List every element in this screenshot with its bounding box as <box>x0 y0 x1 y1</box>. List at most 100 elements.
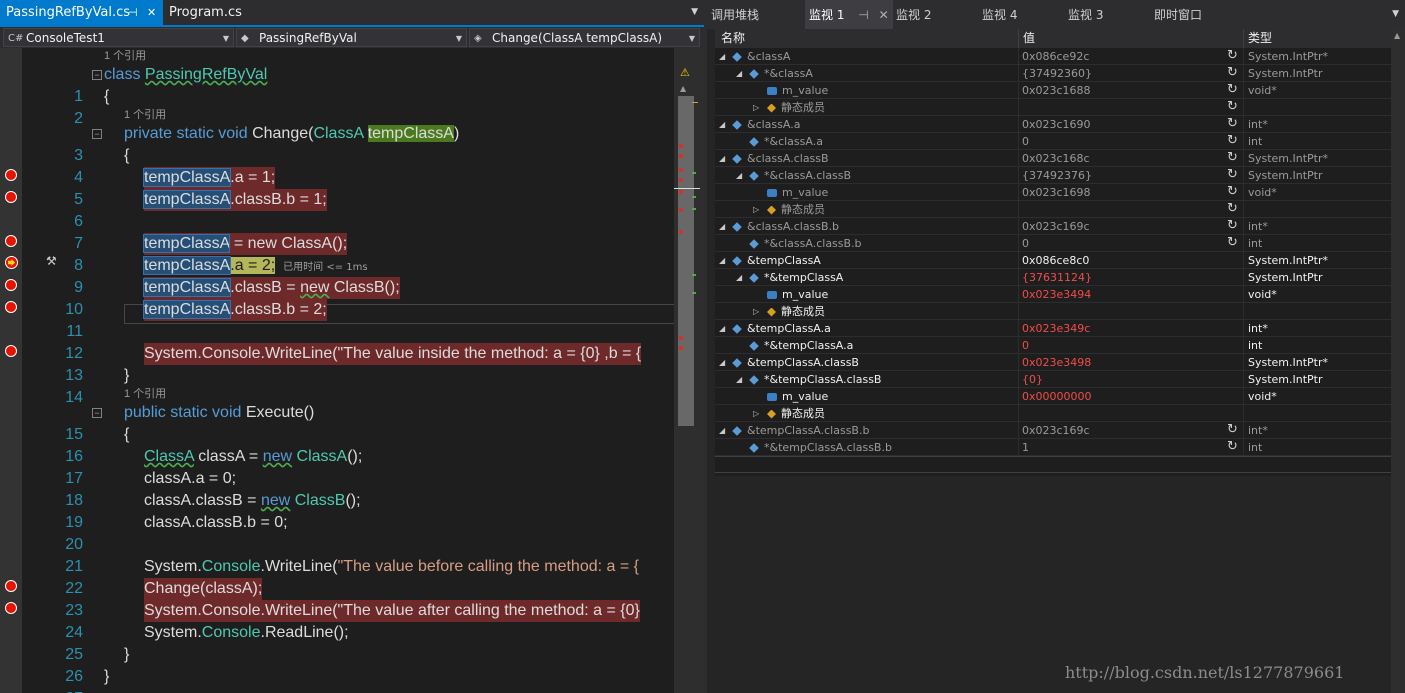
refresh-icon[interactable]: ↻ <box>1227 66 1238 80</box>
scroll-up-icon[interactable]: ▲ <box>1394 31 1400 40</box>
watch-name-cell[interactable]: m_value <box>767 286 828 303</box>
watch-row[interactable]: ◢ *&classA.classB {37492376} ↻ System.IntPtr <box>715 167 1391 184</box>
watch-row[interactable]: ◢ &tempClassA 0x086ce8c0 System.IntPtr* <box>715 252 1391 269</box>
chevron-down-icon[interactable]: ▼ <box>1392 0 1399 29</box>
watch-name-cell[interactable]: 静态成员 <box>767 99 825 116</box>
collapse-arrow-icon[interactable]: ◢ <box>719 48 725 65</box>
refresh-icon[interactable]: ↻ <box>1227 49 1238 63</box>
breakpoint-icon[interactable] <box>5 191 17 203</box>
close-icon[interactable]: ✕ <box>879 8 889 22</box>
watch-name-cell[interactable]: m_value <box>767 184 828 201</box>
watch-name-cell[interactable]: 静态成员 <box>767 405 825 422</box>
watch-name-cell[interactable]: *&tempClassA <box>749 269 843 286</box>
watch-value-cell[interactable]: 0x023c1698 <box>1022 184 1091 201</box>
watch-value-cell[interactable]: 0x00000000 <box>1022 388 1092 405</box>
watch-row[interactable]: ▷ 静态成员 ↻ <box>715 201 1391 218</box>
watch-scrollbar[interactable]: ▲ <box>1391 29 1405 693</box>
column-divider[interactable] <box>1243 29 1244 48</box>
collapse-arrow-icon[interactable]: ◢ <box>719 150 725 167</box>
breakpoint-icon[interactable] <box>5 345 17 357</box>
member-dropdown[interactable]: ◈ Change(ClassA tempClassA) ▼ <box>469 28 700 47</box>
expand-arrow-icon[interactable]: ▷ <box>753 99 759 116</box>
watch-name-cell[interactable]: *&classA.classB.b <box>749 235 862 252</box>
column-header-type[interactable]: 类型 <box>1248 29 1272 48</box>
watch-row[interactable]: ◢ &tempClassA.a 0x023e349c int* <box>715 320 1391 337</box>
column-header-name[interactable]: 名称 <box>721 29 745 48</box>
collapse-arrow-icon[interactable]: ◢ <box>719 218 725 235</box>
collapse-arrow-icon[interactable]: ◢ <box>719 354 725 371</box>
collapse-icon[interactable]: − <box>92 408 102 418</box>
refresh-icon[interactable]: ↻ <box>1227 168 1238 182</box>
pin-icon[interactable]: ⊣ <box>858 8 868 22</box>
perf-tip[interactable]: 已用时间 <= 1ms <box>283 262 367 273</box>
watch-value-cell[interactable]: 0 <box>1022 133 1029 150</box>
watch-row[interactable]: ▷ 静态成员 <box>715 303 1391 320</box>
watch-name-cell[interactable]: *&tempClassA.classB <box>749 371 881 388</box>
watch-value-cell[interactable]: {37492360} <box>1022 65 1092 82</box>
watch-row[interactable]: *&classA.a 0 ↻ int <box>715 133 1391 150</box>
watch-row[interactable]: ◢ *&tempClassA.classB {0} System.IntPtr <box>715 371 1391 388</box>
reference-hint[interactable]: 1 个引用 <box>104 48 146 64</box>
watch-name-cell[interactable]: *&classA.a <box>749 133 823 150</box>
watch-value-cell[interactable]: 0 <box>1022 337 1029 354</box>
editor-scrollbar[interactable]: ⚠ ▲ <box>674 48 704 693</box>
breakpoint-icon[interactable] <box>5 279 17 291</box>
refresh-icon[interactable]: ↻ <box>1227 83 1238 97</box>
refresh-icon[interactable]: ↻ <box>1227 185 1238 199</box>
collapse-icon[interactable]: − <box>92 129 102 139</box>
column-divider[interactable] <box>1018 29 1019 48</box>
watch-value-cell[interactable]: 0x086ce8c0 <box>1022 252 1089 269</box>
watch-name-cell[interactable]: &classA.a <box>732 116 800 133</box>
current-statement-arrow-icon[interactable] <box>5 256 18 269</box>
breakpoint-icon[interactable] <box>5 602 17 614</box>
watch-row[interactable]: ◢ *&classA {37492360} ↻ System.IntPtr <box>715 65 1391 82</box>
watch-row[interactable]: ◢ *&tempClassA {37631124} System.IntPtr <box>715 269 1391 286</box>
refresh-icon[interactable]: ↻ <box>1227 134 1238 148</box>
breakpoint-icon[interactable] <box>5 301 17 313</box>
watch-value-cell[interactable]: 0x023c169c <box>1022 422 1090 439</box>
watch-row[interactable]: ▷ 静态成员 <box>715 405 1391 422</box>
watch-name-cell[interactable]: &classA <box>732 48 790 65</box>
watch-grid[interactable]: ◢ &classA 0x086ce92c ↻ System.IntPtr* ◢ *&clas… <box>715 48 1391 476</box>
tab-watch-2[interactable]: 监视 2 <box>896 0 931 29</box>
watch-row[interactable]: ◢ &classA.classB 0x023c168c ↻ System.IntPtr* <box>715 150 1391 167</box>
collapse-arrow-icon[interactable]: ◢ <box>736 269 742 286</box>
watch-value-cell[interactable]: 0x023c169c <box>1022 218 1090 235</box>
breakpoint-icon[interactable] <box>5 235 17 247</box>
watch-row[interactable]: m_value 0x023c1688 ↻ void* <box>715 82 1391 99</box>
watch-row[interactable]: *&tempClassA.classB.b 1 ↻ int <box>715 439 1391 456</box>
reference-hint[interactable]: 1 个引用 <box>124 107 166 123</box>
scroll-up-icon[interactable]: ▲ <box>680 84 686 93</box>
tab-watch-4[interactable]: 监视 4 <box>982 0 1017 29</box>
collapse-arrow-icon[interactable]: ◢ <box>719 422 725 439</box>
tab-program[interactable]: Program.cs <box>163 0 253 25</box>
collapse-arrow-icon[interactable]: ◢ <box>736 167 742 184</box>
refresh-icon[interactable]: ↻ <box>1227 202 1238 216</box>
breakpoint-icon[interactable] <box>5 580 17 592</box>
close-icon[interactable]: ✕ <box>147 0 156 25</box>
watch-name-cell[interactable]: *&tempClassA.classB.b <box>749 439 892 456</box>
watch-name-cell[interactable]: &tempClassA.a <box>732 320 831 337</box>
watch-value-cell[interactable]: 0x023e349c <box>1022 320 1090 337</box>
watch-value-cell[interactable]: {37631124} <box>1022 269 1092 286</box>
tab-immediate[interactable]: 即时窗口 <box>1154 0 1202 29</box>
watch-row[interactable]: *&classA.classB.b 0 ↻ int <box>715 235 1391 252</box>
project-dropdown[interactable]: C# ConsoleTest1 ▼ <box>3 28 234 47</box>
refresh-icon[interactable]: ↻ <box>1227 219 1238 233</box>
watch-name-cell[interactable]: 静态成员 <box>767 303 825 320</box>
watch-value-cell[interactable]: {0} <box>1022 371 1043 388</box>
watch-name-cell[interactable]: &classA.classB <box>732 150 829 167</box>
watch-name-cell[interactable]: m_value <box>767 388 828 405</box>
refresh-icon[interactable]: ↻ <box>1227 440 1238 454</box>
warning-icon[interactable]: ⚠ <box>680 66 694 79</box>
watch-row[interactable]: ◢ &tempClassA.classB.b 0x023c169c ↻ int* <box>715 422 1391 439</box>
watch-name-cell[interactable]: &tempClassA <box>732 252 821 269</box>
refresh-icon[interactable]: ↻ <box>1227 100 1238 114</box>
watch-value-cell[interactable]: 0x023c168c <box>1022 150 1090 167</box>
code-editor[interactable]: PassingRefByVal.cs ⊣ ✕ Program.cs ▼ C# C… <box>0 0 704 693</box>
collapse-arrow-icon[interactable]: ◢ <box>719 252 725 269</box>
watch-name-cell[interactable]: &tempClassA.classB <box>732 354 859 371</box>
collapse-arrow-icon[interactable]: ◢ <box>736 65 742 82</box>
pin-icon[interactable]: ⊣ <box>128 0 138 25</box>
refresh-icon[interactable]: ↻ <box>1227 117 1238 131</box>
